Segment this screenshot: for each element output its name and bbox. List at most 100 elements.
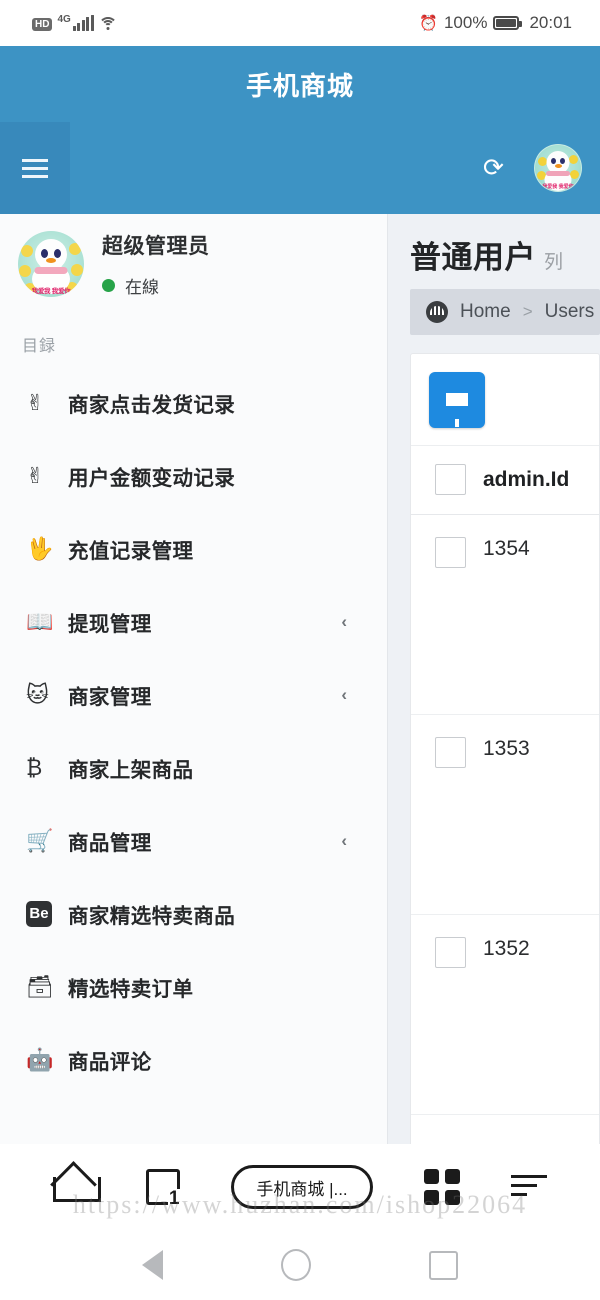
status-label: 在線	[125, 278, 159, 297]
page-title: 手机商城	[245, 70, 354, 101]
chevron-left-icon[interactable]: ‹	[341, 685, 347, 705]
breadcrumb-item-users[interactable]: Users	[545, 301, 595, 323]
profile-name: 超级管理员	[102, 235, 210, 258]
row-checkbox[interactable]	[435, 936, 466, 968]
home-icon[interactable]	[53, 1172, 102, 1202]
breadcrumb: Home > Users	[410, 289, 600, 335]
status-badge: 在線	[102, 273, 210, 298]
sidebar-item-label: 商家管理	[68, 685, 152, 709]
network-type-label: 4G	[57, 14, 71, 25]
back-triangle-icon[interactable]	[142, 1250, 163, 1280]
select-all-cell[interactable]	[411, 446, 483, 514]
tabs-icon[interactable]: 1	[146, 1169, 181, 1209]
app-toolbar: ⟳ 我爱我 我爱你	[0, 122, 600, 214]
row-select-cell[interactable]	[411, 914, 483, 1114]
table-row[interactable]: 1354	[411, 514, 599, 714]
breadcrumb-separator: >	[522, 302, 533, 321]
signal-bars-icon	[72, 15, 94, 31]
sidebar-item-merchant-management[interactable]: 🐱 商家管理 ‹	[0, 658, 387, 731]
sidebar-item-merchant-listed-products[interactable]: ₿ 商家上架商品	[0, 731, 387, 804]
hand-peace-icon: ✌	[26, 462, 45, 488]
toolbar-actions: ⟳ 我爱我 我爱你	[483, 144, 582, 192]
sidebar-item-label: 商家点击发货记录	[68, 393, 236, 417]
status-bar: HD 4G ⏰ 100% 20:01	[0, 0, 600, 46]
battery-percent-label: 100%	[443, 13, 488, 32]
hamburger-menu-button[interactable]	[0, 122, 70, 214]
android-nav-bar	[0, 1230, 600, 1300]
cell-admin-id: 1352	[483, 936, 530, 960]
table-toolbar	[411, 354, 599, 446]
sidebar-menu: ✌ 商家点击发货记录 ✌ 用户金额变动记录 🖖 充值记录管理 📖 提现管理 ‹ …	[0, 366, 387, 1096]
sidebar-item-label: 商品管理	[68, 831, 152, 855]
row-select-cell[interactable]	[411, 714, 483, 914]
bitcoin-icon: ₿	[26, 754, 43, 780]
sidebar-item-withdraw-management[interactable]: 📖 提现管理 ‹	[0, 585, 387, 658]
refresh-icon[interactable]: ⟳	[483, 155, 504, 181]
chevron-left-icon[interactable]: ‹	[341, 831, 347, 851]
tabs-count-label: 1	[167, 1188, 181, 1209]
chevron-left-icon[interactable]: ‹	[341, 612, 347, 632]
app-header: 手机商城	[0, 46, 600, 122]
sidebar-item-label: 用户金额变动记录	[68, 466, 236, 490]
menu-lines-icon[interactable]	[510, 1175, 547, 1199]
wifi-icon	[98, 16, 118, 31]
home-circle-icon[interactable]	[281, 1249, 311, 1281]
address-bar-label: 手机商城 |...	[256, 1179, 348, 1199]
sidebar-item-label: 提现管理	[68, 612, 152, 636]
sidebar-item-merchant-shipping-log[interactable]: ✌ 商家点击发货记录	[0, 366, 387, 439]
filter-button[interactable]	[429, 371, 485, 428]
sidebar-item-product-reviews[interactable]: 🤖 商品评论	[0, 1023, 387, 1096]
sidebar-item-label: 充值记录管理	[68, 539, 194, 563]
row-select-cell[interactable]	[411, 514, 483, 714]
behance-square-icon: Be	[26, 900, 52, 927]
table-header-row: admin.Id	[411, 446, 599, 514]
recents-square-icon[interactable]	[429, 1250, 458, 1280]
users-table: admin.Id 1354 1353 1352	[411, 446, 599, 1115]
alarm-clock-icon: ⏰	[419, 14, 438, 32]
cell-admin-id: 1353	[483, 736, 530, 760]
dashboard-gauge-icon	[426, 301, 448, 323]
sidebar-item-label: 商家上架商品	[68, 758, 194, 782]
clock-label: 20:01	[529, 13, 572, 32]
table-row[interactable]: 1352	[411, 914, 599, 1114]
column-header-admin-id[interactable]: admin.Id	[483, 446, 599, 514]
archive-box-icon: 🗃	[26, 973, 54, 999]
table-row[interactable]: 1353	[411, 714, 599, 914]
apps-grid-icon[interactable]	[423, 1169, 460, 1205]
address-bar[interactable]: 手机商城 |...	[231, 1165, 373, 1209]
select-all-checkbox[interactable]	[435, 464, 466, 496]
content-panel: 普通用户列 Home > Users admin.Id 1354 1353 13…	[388, 214, 600, 1144]
sidebar-item-featured-sale-orders[interactable]: 🗃 精选特卖订单	[0, 950, 387, 1023]
content-page-subtitle: 列	[544, 252, 564, 273]
sidebar-item-user-balance-log[interactable]: ✌ 用户金额变动记录	[0, 439, 387, 512]
hd-badge-icon: HD	[32, 18, 53, 31]
filter-funnel-icon	[446, 393, 468, 427]
sidebar-item-featured-sale-products[interactable]: Be 商家精选特卖商品	[0, 877, 387, 950]
status-bar-right: ⏰ 100% 20:01	[419, 13, 572, 33]
content-page-title-text: 普通用户	[410, 240, 536, 275]
hand-spock-icon: 🖖	[26, 535, 54, 561]
sidebar-item-recharge-log[interactable]: 🖖 充值记录管理	[0, 512, 387, 585]
sidebar-item-label: 商家精选特卖商品	[68, 904, 236, 928]
row-checkbox[interactable]	[435, 536, 466, 568]
android-icon: 🤖	[26, 1046, 54, 1072]
users-table-card: admin.Id 1354 1353 1352	[410, 353, 600, 1144]
sidebar-item-label: 精选特卖订单	[68, 977, 194, 1001]
book-open-icon: 📖	[26, 608, 54, 634]
main-area: 我爱我 我爱你 超级管理员 在線 目録 ✌ 商家点击发货记录 ✌ 用户金额变动记…	[0, 214, 600, 1144]
status-bar-left: HD 4G	[0, 14, 118, 31]
sidebar-item-label: 商品评论	[68, 1050, 152, 1074]
sidebar-item-product-management[interactable]: 🛒 商品管理 ‹	[0, 804, 387, 877]
sidebar-profile[interactable]: 我爱我 我爱你 超级管理员 在線	[0, 214, 387, 302]
shopping-cart-icon: 🛒	[26, 827, 54, 853]
hand-peace-icon: ✌	[26, 389, 45, 415]
row-checkbox[interactable]	[435, 736, 466, 768]
breadcrumb-item-home[interactable]: Home	[460, 301, 511, 323]
sidebar-section-label: 目録	[22, 338, 57, 355]
profile-info: 超级管理员 在線	[102, 230, 210, 298]
browser-bottom-bar: 1 手机商城 |...	[0, 1144, 600, 1230]
avatar[interactable]: 我爱我 我爱你	[534, 144, 582, 192]
content-page-title: 普通用户列	[410, 232, 600, 277]
cell-admin-id: 1354	[483, 536, 530, 560]
sidebar: 我爱我 我爱你 超级管理员 在線 目録 ✌ 商家点击发货记录 ✌ 用户金额变动记…	[0, 214, 388, 1144]
